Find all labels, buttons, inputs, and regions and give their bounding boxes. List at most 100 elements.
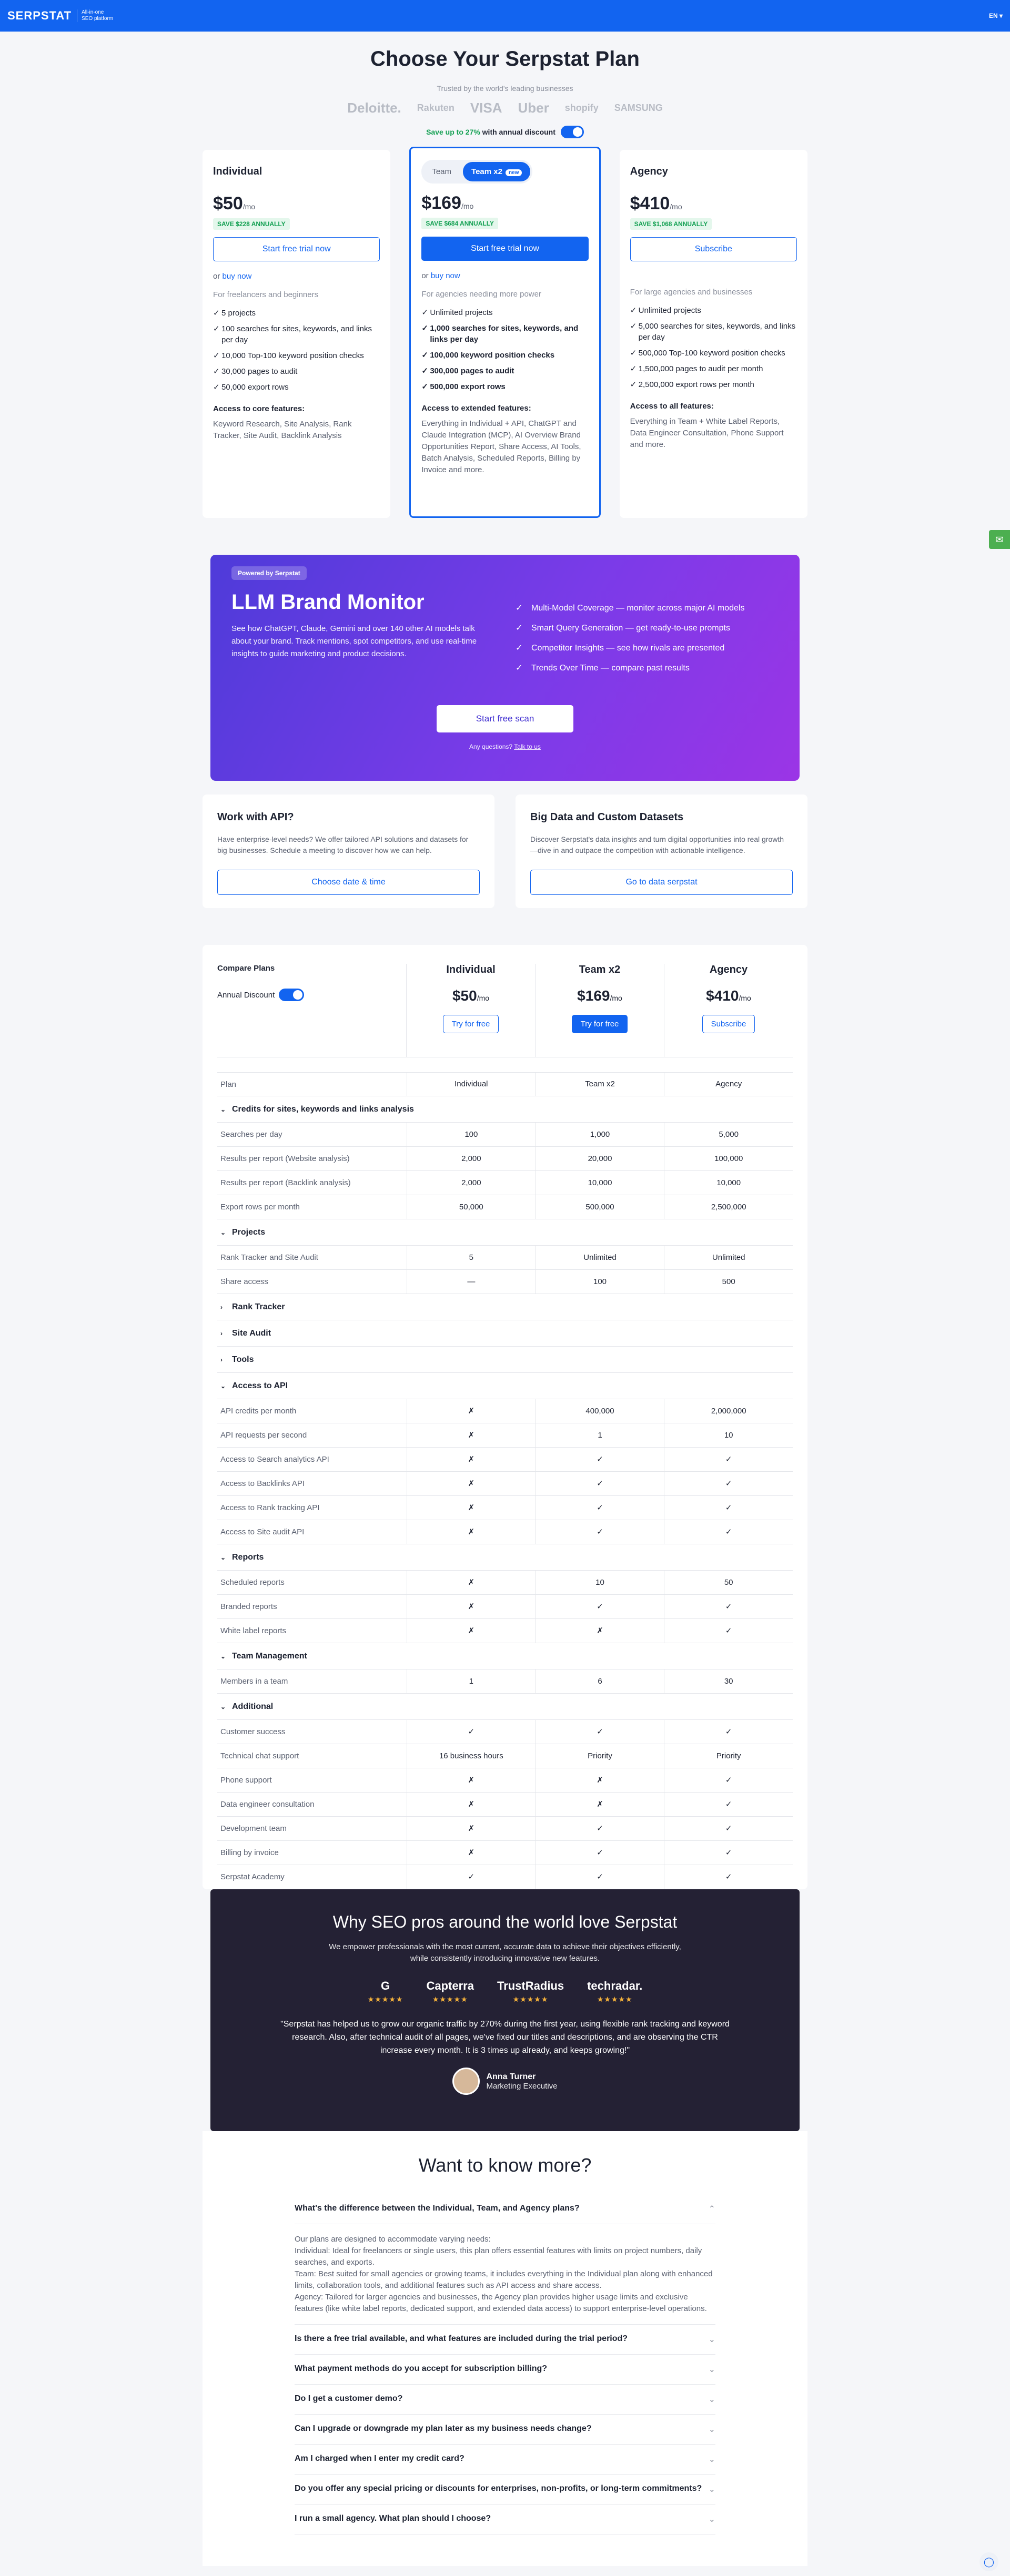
logo-tagline: All-in-one SEO platform xyxy=(77,9,113,22)
row-value: ✓ xyxy=(535,1816,664,1841)
choose-date-button[interactable]: Choose date & time xyxy=(217,870,480,895)
row-value: ✗ xyxy=(535,1792,664,1817)
feature-item: 1,000 searches for sites, keywords, and … xyxy=(421,323,588,345)
access-description: Everything in Individual + API, ChatGPT … xyxy=(421,419,581,474)
row-value: ✗ xyxy=(407,1447,536,1472)
plan-price: $169/mo xyxy=(421,193,474,213)
chevron-down-icon: ⌄ xyxy=(708,2395,715,2404)
plan-name: Agency xyxy=(630,166,668,177)
chat-bubble-icon: ◯ xyxy=(983,2557,995,2567)
annual-discount-toggle[interactable] xyxy=(279,989,305,1001)
tab-team[interactable]: Team xyxy=(423,162,460,181)
row-value: ✗ xyxy=(407,1618,536,1643)
feature-item: 50,000 export rows xyxy=(213,382,380,393)
team-tabs: Team Team x2 new xyxy=(421,160,533,184)
plan-price: $50/mo xyxy=(452,987,490,1004)
row-value: ✗ xyxy=(535,1618,664,1643)
compare-row: Access to Rank tracking API ✗ ✓ ✓ xyxy=(217,1495,793,1520)
annual-discount-row: Annual Discount xyxy=(217,989,406,1001)
subscribe-button[interactable]: Subscribe xyxy=(702,1015,755,1033)
chevron-down-icon: ⌄ xyxy=(708,2335,715,2344)
logo[interactable]: SERPSTAT All-in-one SEO platform xyxy=(7,9,113,23)
faq-item[interactable]: What's the difference between the Indivi… xyxy=(295,2194,715,2224)
compare-section-header[interactable]: ⌄ Team Management xyxy=(217,1643,793,1669)
access-title: Access to core features: xyxy=(213,404,305,413)
chevron-down-icon: ⌄ xyxy=(220,1703,226,1710)
compare-col-individual: Individual $50/mo Try for free xyxy=(407,964,536,1057)
logo-text: SERPSTAT xyxy=(7,9,72,22)
start-trial-button[interactable]: Start free trial now xyxy=(213,237,380,261)
questions-line: Any questions? Talk to us xyxy=(469,743,541,750)
compare-col-team: Team x2 $169/mo Try for free xyxy=(536,964,664,1057)
row-value: ✗ xyxy=(407,1816,536,1841)
compare-section-header[interactable]: ⌄ Reports xyxy=(217,1544,793,1571)
try-for-free-button[interactable]: Try for free xyxy=(571,1015,628,1033)
plan-price: $410/mo xyxy=(706,987,751,1004)
plan-price: $169/mo xyxy=(577,987,622,1004)
row-value: 100 xyxy=(407,1122,536,1147)
row-value: Priority xyxy=(664,1744,793,1768)
compare-section-header[interactable]: › Tools xyxy=(217,1347,793,1373)
compare-title: Compare Plans xyxy=(217,964,275,973)
compare-section-header[interactable]: ⌄ Additional xyxy=(217,1694,793,1720)
faq-item[interactable]: Can I upgrade or downgrade my plan later… xyxy=(295,2415,715,2445)
subscribe-button[interactable]: Subscribe xyxy=(630,237,797,261)
faq-item[interactable]: Is there a free trial available, and wha… xyxy=(295,2325,715,2355)
why-description: We empower professionals with the most c… xyxy=(329,1942,681,1963)
testimonial-author: Anna Turner Marketing Executive xyxy=(210,2068,800,2095)
faq-item[interactable]: Do I get a customer demo? ⌄ xyxy=(295,2385,715,2415)
testimonials-section: Why SEO pros around the world love Serps… xyxy=(210,1889,800,2131)
row-value: ✓ xyxy=(664,1520,793,1544)
plan-audience: For agencies needing more power xyxy=(421,290,541,299)
start-trial-button[interactable]: Start free trial now xyxy=(421,237,589,261)
brand-logo: Uber xyxy=(518,100,549,116)
row-value: 30 xyxy=(664,1669,793,1694)
compare-section-header[interactable]: › Site Audit xyxy=(217,1320,793,1347)
access-description: Keyword Research, Site Analysis, Rank Tr… xyxy=(213,420,352,440)
talk-to-us-link[interactable]: Talk to us xyxy=(514,743,541,750)
row-value: ✓ xyxy=(664,1618,793,1643)
chevron-right-icon: › xyxy=(220,1329,223,1337)
compare-section-header[interactable]: ⌄ Projects xyxy=(217,1219,793,1246)
buy-now-link[interactable]: buy now xyxy=(431,271,460,280)
chat-widget-button[interactable]: ◯ xyxy=(979,2552,998,2571)
row-value: ✓ xyxy=(664,1768,793,1793)
compare-section-header[interactable]: › Rank Tracker xyxy=(217,1294,793,1320)
row-value: 20,000 xyxy=(535,1146,664,1171)
feature-item: Unlimited projects xyxy=(421,307,588,318)
row-value: ✗ xyxy=(407,1768,536,1793)
compare-section-header[interactable]: ⌄ Access to API xyxy=(217,1373,793,1399)
chevron-down-icon: ⌄ xyxy=(708,2425,715,2434)
avatar xyxy=(452,2068,480,2095)
row-label: Serpstat Academy xyxy=(220,1872,285,1881)
buy-now-link[interactable]: buy now xyxy=(223,272,252,281)
brand-logo: SAMSUNG xyxy=(614,103,663,113)
buy-now-line: or buy now xyxy=(421,271,460,280)
tab-team-x2[interactable]: Team x2 new xyxy=(463,162,531,181)
language-selector[interactable]: EN ▾ xyxy=(989,12,1003,19)
row-value: ✓ xyxy=(407,1719,536,1744)
compare-row: Results per report (Backlink analysis) 2,… xyxy=(217,1170,793,1195)
big-data-title: Big Data and Custom Datasets xyxy=(530,811,684,823)
annual-discount-toggle[interactable] xyxy=(560,126,584,138)
compare-row: Serpstat Academy ✓ ✓ ✓ xyxy=(217,1865,793,1889)
brand-logo: VISA xyxy=(470,100,502,116)
faq-item[interactable]: What payment methods do you accept for s… xyxy=(295,2355,715,2385)
go-to-data-button[interactable]: Go to data serpstat xyxy=(530,870,793,895)
plan-card-individual: Individual $50/mo SAVE $228 ANNUALLY Sta… xyxy=(203,150,391,518)
review-g2: G ★★★★★ xyxy=(367,1979,403,2003)
compare-row: Share access —100 500 xyxy=(217,1269,793,1294)
compare-row: Scheduled reports ✗ 10 50 xyxy=(217,1570,793,1595)
chevron-down-icon: ⌄ xyxy=(220,1105,226,1113)
faq-item[interactable]: I run a small agency. What plan should I… xyxy=(295,2504,715,2534)
feedback-side-button[interactable]: ✉ xyxy=(989,530,1010,549)
compare-section-header[interactable]: ⌄ Credits for sites, keywords and links a… xyxy=(217,1096,793,1123)
start-free-scan-button[interactable]: Start free scan xyxy=(437,705,573,732)
try-for-free-button[interactable]: Try for free xyxy=(442,1015,499,1033)
feature-item: 500,000 export rows xyxy=(421,381,588,392)
faq-item[interactable]: Do you offer any special pricing or disc… xyxy=(295,2475,715,2504)
faq-item[interactable]: Am I charged when I enter my credit card… xyxy=(295,2445,715,2475)
row-value: ✗ xyxy=(407,1399,536,1423)
powered-badge: Powered by Serpstat xyxy=(231,566,307,580)
plan-name: Agency xyxy=(709,964,748,975)
